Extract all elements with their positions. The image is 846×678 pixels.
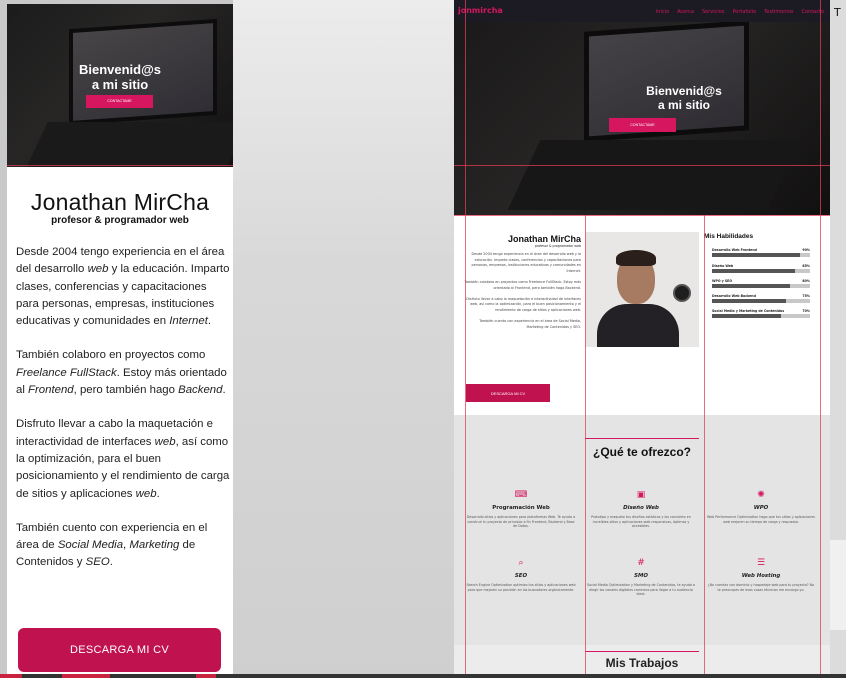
service-card: ✺ WPO Web Performance Optimization hago qu… [706,490,816,524]
bio-paragraph: Desde 2004 tengo experiencia en el área … [471,252,581,273]
code-icon: ⌨ [514,490,528,500]
hero-section: Bienvenid@s a mi sitio CONTACTAME [7,4,233,167]
service-title: Web Hosting [741,573,781,579]
nav-menu: Inicio Acerca Servicios Portafolio Testi… [656,9,824,15]
hero-section: Bienvenid@s a mi sitio CONTACTAME [454,22,830,215]
service-title: Programación Web [492,505,550,511]
service-card: ☰ Web Hosting ¿No cuentas con dominio y ho… [706,558,816,592]
bio-paragraph: También cuento con experiencia en el áre… [479,319,581,329]
skill-bar [712,314,810,318]
bio-paragraph: Disfruto llevar a cabo la maquetación e … [16,418,230,500]
service-description: Prototipo y maqueto tus diseños estático… [591,515,691,528]
skill-percent: 80% [802,279,810,283]
service-description: ¿No cuentas con dominio y hospedaje web … [707,583,815,592]
download-cv-button[interactable]: DESCARGA MI CV [466,384,550,402]
skill-percent: 90% [802,248,810,252]
bio-paragraph: Disfruto llevar a cabo la maquetación e … [466,296,581,312]
service-title: SMO [634,573,648,579]
desktop-preview: jonmircha Inicio Acerca Servicios Portaf… [454,0,830,678]
clock-icon [673,284,691,302]
service-title: Diseño Web [623,505,659,511]
side-panel-edge: T [830,0,846,678]
service-title: WPO [753,505,769,511]
skill-bar-fill [712,284,791,288]
nav-item-portafolio[interactable]: Portafolio [732,9,756,15]
skill-bar-fill [712,299,786,303]
guide-line [820,0,821,678]
nav-item-acerca[interactable]: Acerca [677,9,694,15]
services-title: ¿Qué te ofrezco? [585,438,699,459]
guide-line [585,215,586,678]
hashtag-icon: # [637,558,645,568]
services-section: ¿Qué te ofrezco? ⌨ Programación Web Desarr… [454,415,830,645]
skill-label: WPO y SEO [712,279,733,283]
service-description: Social Media Optimization y Marketing de… [587,583,695,596]
server-icon: ☰ [756,558,766,568]
skill-item: Diseño Web 85% [712,264,810,273]
skill-item: WPO y SEO 80% [712,279,810,288]
skill-label: Desarrollo Web Frontend [712,248,757,252]
mobile-preview: Bienvenid@s a mi sitio CONTACTAME Jonath… [7,4,233,678]
skill-item: Social Media y Marketing de Contenidos 70… [712,309,810,318]
service-description: Web Performance Optimization hago que tu… [707,515,815,524]
profile-role: profesor & programador web [51,215,189,226]
skills-title: Mis Habilidades [704,233,754,240]
nav-item-servicios[interactable]: Servicios [702,9,724,15]
design-icon: ▣ [636,490,646,500]
search-icon: ⌕ [518,558,524,568]
contact-button[interactable]: CONTACTAME [86,95,153,108]
bottom-bar [0,674,846,678]
about-section: Jonathan MirCha profesor & programador w… [454,215,830,415]
nav-item-inicio[interactable]: Inicio [656,9,669,15]
service-card: # SMO Social Media Optimization y Marketin… [586,558,696,597]
service-card: ⌕ SEO Search Engine Optimization optimizo … [466,558,576,592]
guide-line [454,215,830,216]
skill-percent: 75% [802,294,810,298]
skill-bar-fill [712,314,781,318]
service-card: ⌨ Programación Web Desarrollo sitios y apl… [466,490,576,529]
skill-bar [712,284,810,288]
skill-bar-fill [712,269,796,273]
profile-name: Jonathan MirCha [30,189,210,215]
guide-line [454,165,830,166]
skill-percent: 85% [802,264,810,268]
skill-bar [712,269,810,273]
skill-percent: 70% [802,309,810,313]
skill-label: Diseño Web [712,264,734,268]
edge-text: T [834,6,841,19]
works-title: Mis Trabajos [585,651,699,670]
skill-bar [712,253,810,257]
viewport-gap [233,0,454,678]
guide-line [7,165,233,166]
speed-icon: ✺ [757,490,765,500]
profile-photo [585,232,699,347]
bio-paragraph: Desde 2004 tengo experiencia en el área … [16,246,230,328]
skill-item: Desarrollo Web Frontend 90% [712,248,810,257]
bio-paragraph: También colaboro en proyectos como Freel… [16,349,227,397]
skill-bar [712,299,810,303]
skill-item: Desarrollo Web Backend 75% [712,294,810,303]
hero-title: Bienvenid@s a mi sitio [646,84,722,112]
guide-line [704,215,705,678]
service-description: Search Engine Optimization optimizo tus … [466,583,576,592]
skill-label: Social Media y Marketing de Contenidos [712,309,785,313]
download-cv-button[interactable]: DESCARGA MI CV [18,628,221,672]
guide-line [465,0,466,678]
contact-button[interactable]: CONTACTAME [609,118,676,132]
service-card: ▣ Diseño Web Prototipo y maqueto tus diseñ… [586,490,696,529]
service-description: Desarrollo sitios y aplicaciones para pl… [466,515,576,528]
hero-title: Bienvenid@s a mi sitio [78,62,162,92]
skill-bar-fill [712,253,801,257]
profile-bio: Desde 2004 tengo experiencia en el área … [464,252,581,336]
service-title: SEO [514,573,528,579]
skill-label: Desarrollo Web Backend [712,294,756,298]
top-nav: jonmircha Inicio Acerca Servicios Portaf… [454,0,830,22]
profile-role: profesor & programador web [534,244,581,248]
bio-paragraph: También colaboro en proyectos como Freel… [464,279,581,290]
profile-name: Jonathan MirCha [507,234,581,244]
nav-item-testimonios[interactable]: Testimonios [764,9,793,15]
profile-bio: Desde 2004 tengo experiencia en el área … [16,244,230,589]
bio-paragraph: También cuento con experiencia en el áre… [16,521,208,569]
